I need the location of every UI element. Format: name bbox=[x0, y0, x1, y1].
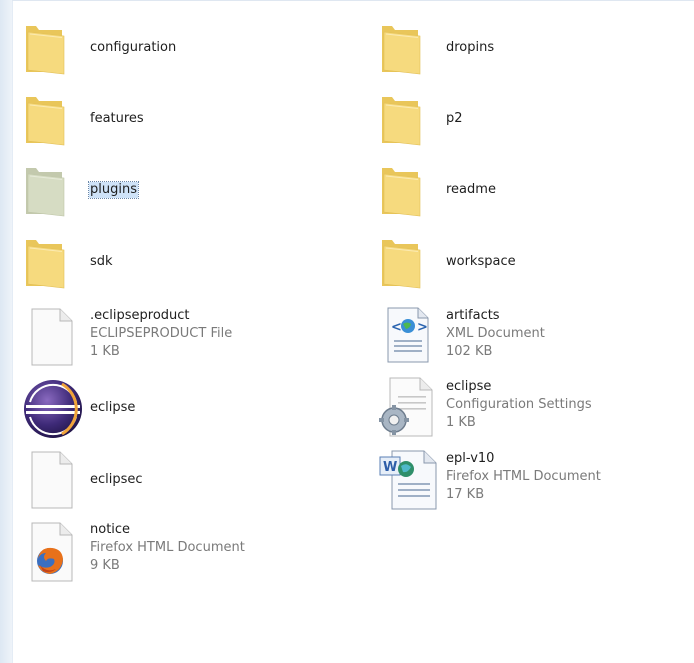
svg-text:<: < bbox=[391, 320, 402, 335]
file-item-eclipseproduct[interactable]: .eclipseproduct ECLIPSEPRODUCT File 1 KB bbox=[22, 303, 342, 367]
folder-name: features bbox=[90, 111, 144, 126]
file-type: Configuration Settings bbox=[446, 397, 592, 412]
file-name: eclipse bbox=[90, 400, 136, 415]
firefox-document-icon bbox=[28, 521, 84, 582]
folder-icon bbox=[378, 162, 434, 218]
file-item-eclipsec[interactable]: eclipsec bbox=[22, 446, 342, 510]
folder-item-dropins[interactable]: dropins bbox=[378, 16, 694, 80]
file-item-artifacts[interactable]: < > artifacts XML Document 102 KB bbox=[378, 303, 694, 367]
file-size: 9 KB bbox=[90, 558, 120, 573]
content-top-border bbox=[12, 0, 694, 9]
folder-item-features[interactable]: features bbox=[22, 87, 342, 151]
folder-name: configuration bbox=[90, 40, 177, 55]
folder-name: dropins bbox=[446, 40, 495, 55]
folder-icon bbox=[22, 162, 78, 218]
file-item-epl-v10[interactable]: W epl-v10 Firefox HTML Document 17 KB bbox=[378, 446, 694, 510]
file-size: 102 KB bbox=[446, 344, 493, 359]
folder-icon bbox=[22, 20, 78, 76]
folder-name: workspace bbox=[446, 254, 516, 269]
file-type: Firefox HTML Document bbox=[446, 469, 601, 484]
folder-icon bbox=[378, 234, 434, 290]
folder-icon bbox=[378, 91, 434, 147]
file-type: XML Document bbox=[446, 326, 545, 341]
file-size: 1 KB bbox=[90, 344, 120, 359]
folder-item-readme[interactable]: readme bbox=[378, 158, 694, 222]
file-name: artifacts bbox=[446, 308, 500, 323]
folder-item-plugins[interactable]: plugins bbox=[22, 158, 342, 222]
navigation-pane-edge bbox=[0, 0, 13, 663]
folder-item-workspace[interactable]: workspace bbox=[378, 230, 694, 294]
file-item-eclipse-app[interactable]: eclipse bbox=[22, 374, 342, 438]
file-name: .eclipseproduct bbox=[90, 308, 190, 323]
folder-icon bbox=[378, 20, 434, 76]
file-type: Firefox HTML Document bbox=[90, 540, 245, 555]
folder-icon bbox=[22, 91, 78, 147]
folder-icon bbox=[22, 234, 78, 290]
file-item-eclipse-config[interactable]: eclipse Configuration Settings 1 KB bbox=[378, 374, 694, 438]
xml-document-icon: < > bbox=[384, 306, 440, 363]
word-html-document-icon: W bbox=[378, 449, 437, 510]
svg-text:W: W bbox=[383, 460, 397, 475]
folder-name: p2 bbox=[446, 111, 463, 126]
folder-item-p2[interactable]: p2 bbox=[378, 87, 694, 151]
file-item-notice[interactable]: notice Firefox HTML Document 9 KB bbox=[22, 517, 342, 582]
blank-file-icon bbox=[28, 307, 84, 366]
file-name: eclipse bbox=[446, 379, 492, 394]
file-name: eclipsec bbox=[90, 472, 143, 487]
folder-item-configuration[interactable]: configuration bbox=[22, 16, 342, 80]
folder-item-sdk[interactable]: sdk bbox=[22, 230, 342, 294]
file-type: ECLIPSEPRODUCT File bbox=[90, 326, 233, 341]
eclipse-app-icon bbox=[22, 378, 82, 438]
file-size: 17 KB bbox=[446, 487, 485, 502]
file-name: notice bbox=[90, 522, 131, 537]
config-settings-icon bbox=[378, 376, 434, 437]
svg-text:>: > bbox=[417, 320, 428, 335]
file-name: epl-v10 bbox=[446, 451, 495, 466]
folder-name: sdk bbox=[90, 254, 113, 269]
file-size: 1 KB bbox=[446, 415, 476, 430]
blank-file-icon bbox=[28, 450, 84, 509]
folder-name: readme bbox=[446, 182, 496, 197]
folder-name-selected[interactable]: plugins bbox=[88, 181, 139, 199]
